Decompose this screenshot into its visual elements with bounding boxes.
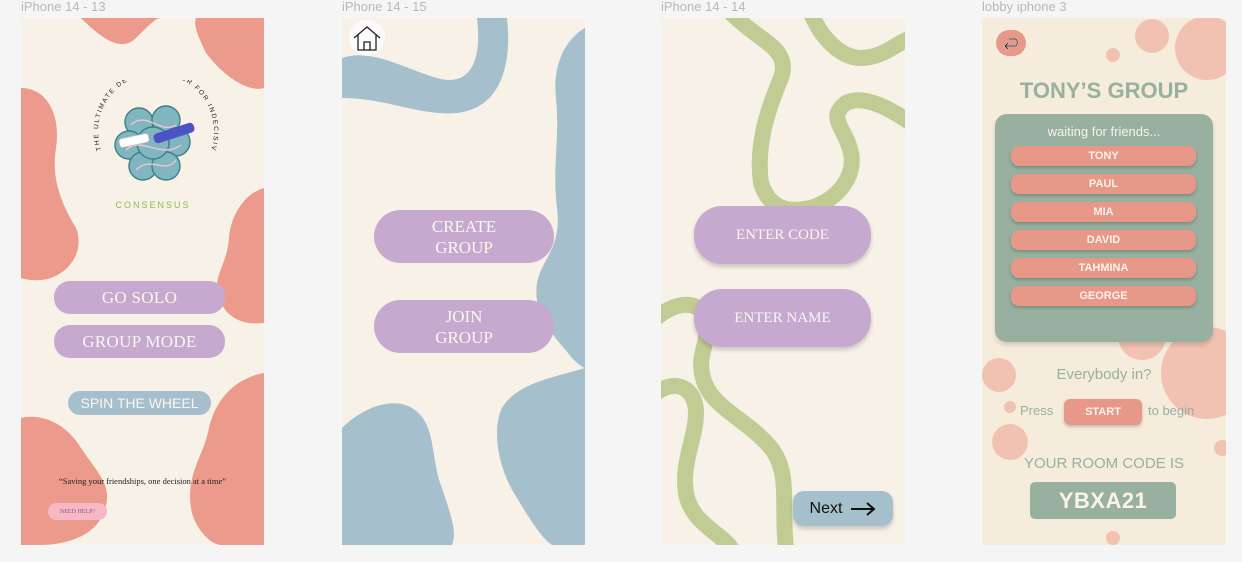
tagline: “Saving your friendships, one decision a… (58, 476, 227, 486)
arrow-right-icon (851, 501, 876, 516)
join-group-button[interactable]: JOIN GROUP (374, 300, 554, 353)
next-label: Next (809, 499, 843, 517)
start-button[interactable]: START (1064, 399, 1142, 425)
frame-label-3: iPhone 14 - 14 (661, 0, 746, 14)
spin-wheel-button[interactable]: SPIN THE WHEEL (68, 391, 211, 415)
waiting-text: waiting for friends... (1047, 124, 1161, 139)
to-begin-text: to begin (1148, 403, 1195, 418)
friend-chip: GEORGE (1011, 286, 1196, 306)
return-arrow-icon (1004, 38, 1019, 50)
join-screen: ENTER CODE ENTER NAME Next (661, 18, 905, 545)
friend-chip: TONY (1011, 146, 1196, 166)
frame-label-4: lobby iphone 3 (982, 0, 1067, 14)
green-squiggle-background (661, 18, 905, 545)
blue-blob-background (342, 18, 585, 545)
group-mode-button[interactable]: GROUP MODE (54, 325, 225, 358)
group-select-screen: CREATE GROUP JOIN GROUP (342, 18, 585, 545)
press-text: Press (1020, 403, 1054, 418)
enter-name-button[interactable]: ENTER NAME (694, 289, 871, 347)
friend-chip: PAUL (1011, 174, 1196, 194)
next-button[interactable]: Next (793, 491, 893, 526)
room-code-label: YOUR ROOM CODE IS (1023, 455, 1184, 472)
enter-code-button[interactable]: ENTER CODE (694, 206, 871, 264)
logo-brand-text: CONSENSUS (115, 200, 190, 210)
go-solo-button[interactable]: GO SOLO (54, 281, 225, 314)
frame-label-2: iPhone 14 - 15 (342, 0, 427, 14)
join-group-label-line2: GROUP (435, 327, 493, 347)
create-group-button[interactable]: CREATE GROUP (374, 210, 554, 263)
create-group-label-line1: CREATE (431, 216, 497, 236)
home-screen: THE ULTIMATE DECISION-MAKER FOR INDECISI… (21, 18, 264, 545)
friend-chip: DAVID (1011, 230, 1196, 250)
group-title: TONY’S GROUP (1019, 78, 1189, 103)
everybody-in-text: Everybody in? (1056, 366, 1152, 383)
back-button[interactable] (996, 30, 1026, 56)
consensus-logo: THE ULTIMATE DECISION-MAKER FOR INDECISI… (81, 80, 217, 210)
frame-label-1: iPhone 14 - 13 (21, 0, 106, 14)
home-icon (353, 26, 381, 51)
need-help-button[interactable]: NEED HELP? (48, 503, 107, 520)
join-group-label-line1: JOIN (445, 306, 483, 326)
friend-chip: TAHMINA (1011, 258, 1196, 278)
friend-chip: MIA (1011, 202, 1196, 222)
room-code-value: YBXA21 (1030, 482, 1176, 519)
lobby-screen: TONY’S GROUP waiting for friends... TONY… (982, 18, 1226, 545)
home-button[interactable] (349, 20, 385, 56)
create-group-label-line2: GROUP (435, 237, 493, 257)
waiting-panel: waiting for friends... TONY PAUL MIA DAV… (995, 114, 1213, 342)
